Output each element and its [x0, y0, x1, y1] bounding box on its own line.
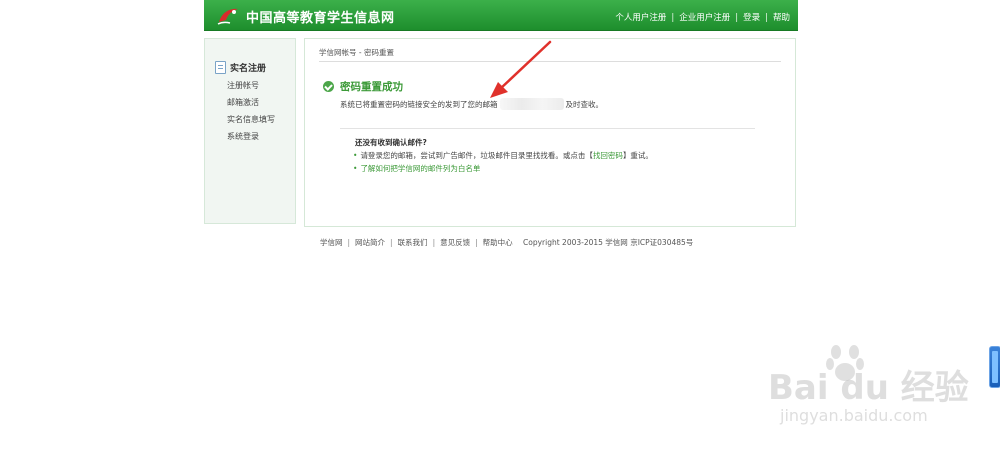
sidebar-steps: 注册帐号 邮箱激活 实名信息填写 系统登录 [227, 77, 275, 145]
site-title[interactable]: 中国高等教育学生信息网 [246, 7, 395, 26]
reset-description: 系统已将重置密码的链接安全的发到了您的邮箱 及时查收。 [340, 98, 603, 110]
document-icon [215, 61, 226, 74]
footer-link-contact[interactable]: 联系我们 [398, 238, 428, 247]
watermark-text: Bai du 经验 [768, 368, 969, 408]
nav-help[interactable]: 帮助 [773, 13, 790, 23]
breadcrumb: 学信网帐号 - 密码重置 [319, 48, 394, 57]
breadcrumb-divider [319, 61, 781, 62]
sidebar-header: 实名注册 [215, 61, 266, 74]
footer-link-about[interactable]: 网站简介 [355, 238, 385, 247]
footer-link-home[interactable]: 学信网 [320, 238, 343, 247]
main-panel: 学信网帐号 - 密码重置 密码重置成功 系统已将重置密码的链接安全的发到了您的邮… [304, 38, 796, 227]
sidebar: 实名注册 注册帐号 邮箱激活 实名信息填写 系统登录 [204, 38, 296, 224]
bullet-icon: • [353, 164, 358, 173]
floating-side-widget[interactable] [989, 346, 1000, 388]
desc-suffix: 及时查收。 [565, 99, 604, 109]
footer-link-feedback[interactable]: 意见反馈 [440, 238, 470, 247]
baidu-jingyan-watermark: Bai du 经验 jingyan.baidu.com [768, 345, 969, 440]
top-nav: 个人用户注册 | 企业用户注册 | 登录 | 帮助 [615, 13, 790, 23]
chsi-logo-icon[interactable] [216, 4, 240, 26]
success-heading: 密码重置成功 [323, 79, 403, 94]
nav-login[interactable]: 登录 [743, 13, 760, 23]
bullet-icon: • [353, 151, 358, 160]
help-title: 还没有收到确认邮件? [355, 138, 427, 147]
footer-link-help[interactable]: 帮助中心 [483, 238, 513, 247]
footer-copyright: Copyright 2003-2015 学信网 京ICP证030485号 [523, 238, 694, 247]
footer: 学信网 | 网站简介 | 联系我们 | 意见反馈 | 帮助中心 Copyright 2003-2… [320, 238, 694, 247]
desc-prefix: 系统已将重置密码的链接安全的发到了您的邮箱 [340, 99, 498, 109]
nav-enterprise-register[interactable]: 企业用户注册 [679, 13, 730, 23]
nav-personal-register[interactable]: 个人用户注册 [615, 13, 666, 23]
content-divider [340, 128, 755, 129]
help-tip-whitelist: • 了解如何把学信网的邮件列为白名单 [353, 163, 480, 174]
sidebar-item-realname-info: 实名信息填写 [227, 115, 275, 124]
blurred-email [499, 98, 564, 110]
help-tip-check-spam: • 请登录您的邮箱，尝试到广告邮件，垃圾邮件目录里找找看。或点击【找回密码】重试。 [353, 151, 653, 160]
retrieve-password-link[interactable]: 找回密码 [593, 151, 623, 160]
whitelist-link[interactable]: 了解如何把学信网的邮件列为白名单 [360, 164, 480, 173]
sidebar-item-email-activation: 邮箱激活 [227, 98, 259, 107]
success-check-icon [323, 81, 334, 92]
sidebar-item-register-account: 注册帐号 [227, 81, 259, 90]
watermark-url: jingyan.baidu.com [780, 406, 928, 425]
success-title: 密码重置成功 [340, 81, 403, 93]
site-header: 中国高等教育学生信息网 个人用户注册 | 企业用户注册 | 登录 | 帮助 [204, 0, 798, 31]
paw-icon [826, 345, 864, 381]
sidebar-item-system-login: 系统登录 [227, 132, 259, 141]
sidebar-title: 实名注册 [230, 64, 267, 74]
